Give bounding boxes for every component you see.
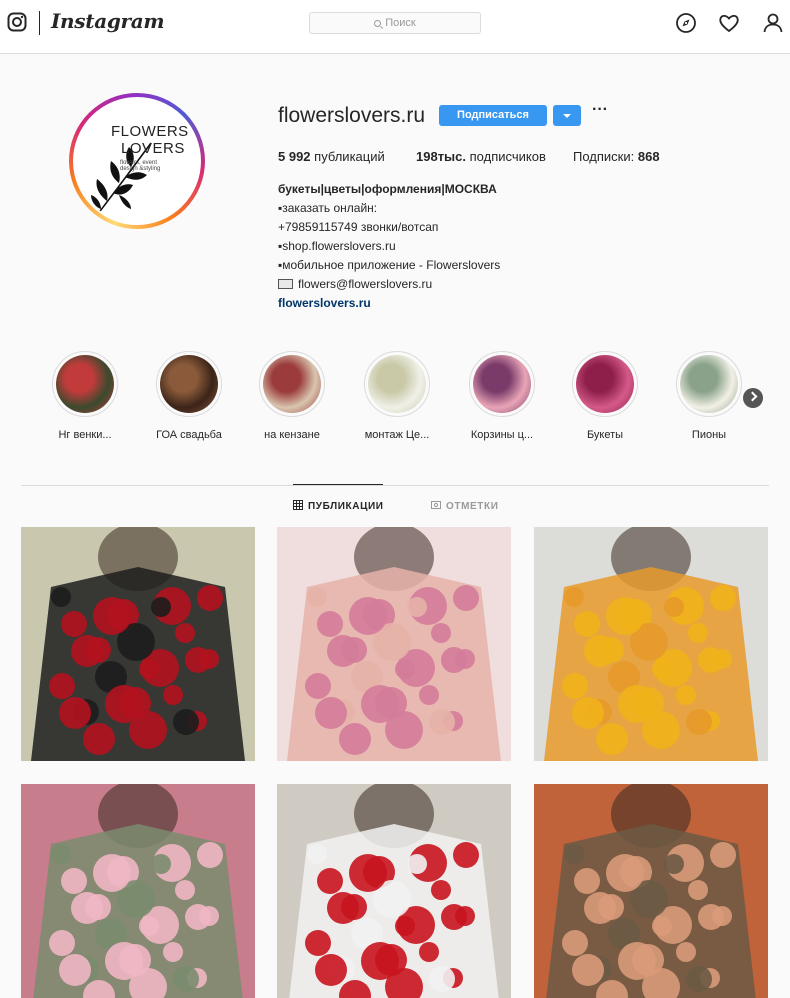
post-image [21, 527, 255, 761]
story-highlight[interactable]: монтаж Це... [352, 351, 442, 441]
highlight-cover-image [56, 355, 114, 413]
followers-stat[interactable]: 198тыс. подписчиков [416, 149, 546, 164]
highlight-cover-ring [52, 351, 118, 417]
highlight-label: ГОА свадьба [156, 429, 222, 441]
top-navigation-bar: Instagram Поиск [0, 0, 790, 54]
post-thumbnail-red-roses-black-wrap[interactable] [21, 527, 255, 761]
profile-username: flowerslovers.ru [278, 104, 426, 127]
post-thumbnail-pink-ranunculus[interactable] [21, 784, 255, 998]
following-stat[interactable]: Подписки: 868 [573, 149, 660, 164]
highlight-cover-image [680, 355, 738, 413]
story-highlight[interactable]: на кензане [247, 351, 337, 441]
bio-line: +79859115749 звонки/вотсап [278, 220, 439, 234]
bio-full-name: букеты|цветы|оформления|МОСКВА [278, 182, 497, 196]
highlight-label: Букеты [586, 429, 624, 441]
post-thumbnail-yellow-basket[interactable] [534, 527, 768, 761]
post-image [277, 527, 511, 761]
highlight-cover-ring [259, 351, 325, 417]
highlight-cover-ring [156, 351, 222, 417]
instagram-wordmark[interactable]: Instagram [51, 9, 165, 33]
posts-count-stat: 5 992 публикаций [278, 149, 385, 164]
highlight-label: Пионы [691, 429, 727, 441]
post-thumbnail-pink-peonies[interactable] [277, 527, 511, 761]
avatar[interactable]: FLOWERS LOVERS flowers, event design &st… [73, 97, 201, 225]
logo-tagline: flowers, event design &styling [120, 160, 161, 172]
highlight-cover-image [473, 355, 531, 413]
post-image [534, 527, 768, 761]
tab-tagged[interactable]: ОТМЕТКИ [431, 500, 499, 512]
bio-website-link[interactable]: flowerslovers.ru [278, 296, 371, 310]
follow-button[interactable]: Подписаться [439, 105, 547, 126]
story-highlight[interactable]: ГОА свадьба [144, 351, 234, 441]
highlight-label: на кензане [264, 429, 320, 441]
followers-count: 198тыс. [416, 149, 467, 164]
highlight-cover-ring [676, 351, 742, 417]
instagram-glyph-icon[interactable] [7, 12, 27, 32]
tab-tagged-label: ОТМЕТКИ [446, 501, 499, 512]
bio-email: flowers@flowerslovers.ru [298, 277, 433, 291]
story-highlight[interactable]: Нг венки... [40, 351, 130, 441]
activity-heart-icon[interactable] [718, 12, 740, 34]
following-count: 868 [637, 149, 660, 164]
suggested-accounts-dropdown-button[interactable] [553, 105, 581, 126]
highlight-label: монтаж Це... [364, 429, 430, 441]
following-label: Подписки: [573, 149, 635, 164]
profile-person-icon[interactable] [762, 12, 784, 34]
bio-email-line: flowers@flowerslovers.ru [278, 277, 432, 291]
story-highlight[interactable]: Букеты [560, 351, 650, 441]
post-image [277, 784, 511, 998]
highlight-cover-ring [469, 351, 535, 417]
highlight-cover-ring [572, 351, 638, 417]
highlight-cover-image [576, 355, 634, 413]
tab-posts[interactable]: ПУБЛИКАЦИИ [293, 500, 384, 512]
more-options-button[interactable]: ··· [591, 102, 609, 123]
search-input[interactable]: Поиск [309, 12, 481, 34]
active-tab-indicator [293, 484, 383, 485]
post-thumbnail-autumn-bouquet[interactable] [534, 784, 768, 998]
post-image [21, 784, 255, 998]
explore-compass-icon[interactable] [675, 12, 697, 34]
tab-posts-label: ПУБЛИКАЦИИ [308, 501, 384, 512]
highlight-cover-ring [364, 351, 430, 417]
logo-text-flowers: FLOWERS [111, 123, 189, 140]
search-placeholder: Поиск [385, 17, 416, 29]
bio-line: ▪заказать онлайн: [278, 201, 378, 215]
search-icon [374, 20, 382, 27]
highlight-cover-image [263, 355, 321, 413]
highlight-cover-image [368, 355, 426, 413]
post-thumbnail-red-spray-roses-white-wrap[interactable] [277, 784, 511, 998]
envelope-icon [278, 279, 293, 289]
bio-line: ▪мобильное приложение - Flowerslovers [278, 258, 501, 272]
highlights-next-arrow-icon[interactable] [743, 388, 763, 408]
logo-text-lovers: LOVERS [121, 140, 185, 157]
posts-count: 5 992 [278, 149, 311, 164]
story-highlight[interactable]: Корзины ц... [457, 351, 547, 441]
tabs-divider [21, 485, 769, 486]
grid-icon [293, 500, 303, 510]
highlight-label: Корзины ц... [470, 429, 534, 441]
highlight-cover-image [160, 355, 218, 413]
nav-divider [39, 11, 40, 35]
followers-label: подписчиков [469, 149, 546, 164]
posts-label: публикаций [314, 149, 385, 164]
highlight-label: Нг венки... [58, 429, 112, 441]
bio-line: ▪shop.flowerslovers.ru [278, 239, 396, 253]
post-image [534, 784, 768, 998]
story-highlight[interactable]: Пионы [664, 351, 754, 441]
tagged-photo-icon [431, 501, 441, 509]
